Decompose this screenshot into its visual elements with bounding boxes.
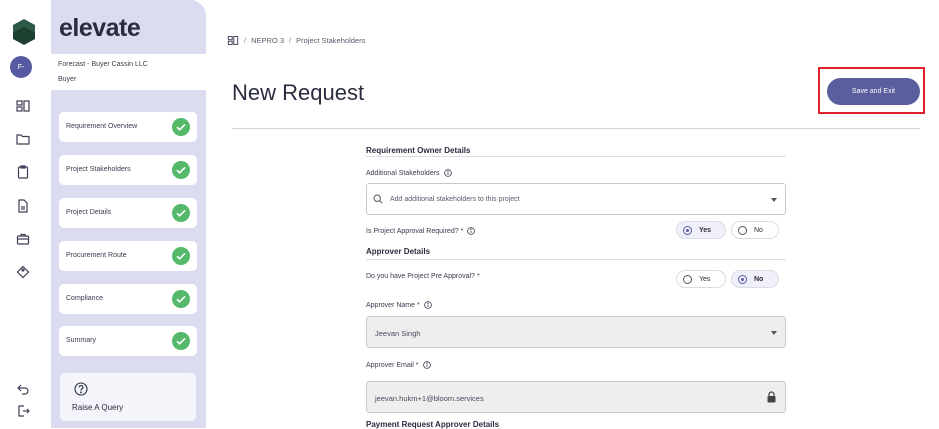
section-divider: [366, 259, 786, 260]
field-label-text: Approver Email *: [366, 361, 419, 369]
search-icon: [373, 194, 383, 204]
step-label: Summary: [66, 337, 96, 344]
step-label: Procurement Route: [66, 252, 127, 259]
step-procurement-route[interactable]: Procurement Route: [59, 241, 197, 271]
icon-rail: F-: [0, 0, 51, 428]
clipboard-icon[interactable]: [16, 165, 30, 179]
approval-required-label: Is Project Approval Required? *: [366, 227, 476, 235]
pre-approval-yes-radio[interactable]: Yes: [676, 270, 726, 288]
radio-label: Yes: [699, 226, 712, 234]
approval-required-no-radio[interactable]: No: [731, 221, 779, 239]
step-project-details[interactable]: Project Details: [59, 198, 197, 228]
pre-approval-no-radio[interactable]: No: [731, 270, 779, 288]
lock-icon: [767, 391, 776, 403]
check-icon: [172, 332, 190, 350]
company-role: Buyer: [58, 76, 77, 83]
info-icon[interactable]: [443, 169, 452, 177]
radio-label: No: [754, 275, 764, 283]
step-label: Project Stakeholders: [66, 166, 131, 173]
stakeholders-select[interactable]: Add additional stakeholders to this proj…: [366, 183, 786, 215]
radio-label: Yes: [699, 275, 711, 283]
brand-header: elevate: [51, 0, 206, 54]
step-requirement-overview[interactable]: Requirement Overview: [59, 112, 197, 142]
field-label-text: Additional Stakeholders: [366, 169, 440, 177]
check-icon: [172, 204, 190, 222]
brand-name: elevate: [59, 14, 141, 42]
step-compliance[interactable]: Compliance: [59, 284, 197, 314]
info-icon[interactable]: [423, 301, 432, 309]
step-label: Project Details: [66, 209, 112, 216]
check-icon: [172, 247, 190, 265]
chevron-down-icon: [771, 198, 777, 202]
back-arrow-icon[interactable]: [16, 382, 30, 396]
breadcrumb: / NEPRO 3 / Project Stakeholders: [227, 34, 365, 46]
field-label-text: Do you have Project Pre Approval? *: [366, 273, 480, 280]
avatar[interactable]: F-: [10, 56, 32, 78]
stakeholders-placeholder: Add additional stakeholders to this proj…: [390, 196, 520, 203]
approver-email-value: jeevan.hukm+1@bloom.services: [375, 394, 484, 403]
approver-name-value: Jeevan Singh: [375, 329, 421, 338]
section-title-requirement-owner: Requirement Owner Details: [366, 146, 471, 155]
document-icon[interactable]: [16, 199, 30, 213]
check-icon: [172, 290, 190, 308]
approver-name-label: Approver Name *: [366, 301, 432, 309]
folder-icon[interactable]: [16, 132, 30, 146]
raise-query-button[interactable]: Raise A Query: [60, 373, 196, 421]
approver-name-select[interactable]: Jeevan Singh: [366, 316, 786, 348]
page-title: New Request: [232, 80, 365, 105]
avatar-initials: F-: [17, 63, 25, 71]
radio-label: No: [754, 226, 763, 234]
help-icon: [74, 382, 88, 396]
save-and-exit-button[interactable]: Save and Exit: [827, 78, 920, 105]
radio-dot-icon: [738, 225, 747, 235]
sidebar: elevate Forecast - Buyer Cassin LLC Buye…: [51, 0, 206, 428]
breadcrumb-item-current: Project Stakeholders: [296, 35, 366, 45]
check-icon: [172, 161, 190, 179]
tag-icon[interactable]: [16, 265, 30, 279]
logout-icon[interactable]: [16, 404, 30, 418]
breadcrumb-separator: /: [289, 35, 292, 45]
step-summary[interactable]: Summary: [59, 326, 197, 356]
company-info: Forecast - Buyer Cassin LLC Buyer: [51, 54, 206, 90]
step-label: Compliance: [66, 295, 103, 302]
info-icon[interactable]: [467, 227, 476, 235]
approver-email-label: Approver Email *: [366, 361, 431, 369]
approval-required-yes-radio[interactable]: Yes: [676, 221, 726, 239]
raise-query-label: Raise A Query: [72, 403, 124, 412]
section-divider: [366, 156, 786, 157]
step-project-stakeholders[interactable]: Project Stakeholders: [59, 155, 197, 185]
dashboard-icon[interactable]: [227, 35, 239, 46]
additional-stakeholders-label: Additional Stakeholders: [366, 169, 452, 177]
info-icon[interactable]: [422, 361, 431, 369]
step-label: Requirement Overview: [66, 123, 138, 130]
approver-email-field: jeevan.hukm+1@bloom.services: [366, 381, 786, 413]
radio-dot-icon: [683, 225, 692, 235]
field-label-text: Is Project Approval Required? *: [366, 227, 464, 235]
dashboard-icon[interactable]: [16, 99, 30, 113]
briefcase-icon[interactable]: [16, 232, 30, 246]
field-label-text: Approver Name *: [366, 301, 420, 309]
radio-dot-icon: [683, 274, 692, 284]
elevate-logo-icon: [13, 19, 35, 45]
section-title-approver: Approver Details: [366, 247, 431, 256]
radio-dot-icon: [738, 274, 747, 284]
breadcrumb-item-project[interactable]: NEPRO 3: [251, 36, 284, 45]
divider: [232, 128, 920, 129]
pre-approval-label: Do you have Project Pre Approval? *: [366, 273, 480, 280]
check-icon: [172, 118, 190, 136]
company-name: Forecast - Buyer Cassin LLC: [58, 61, 148, 68]
chevron-down-icon: [771, 331, 777, 335]
breadcrumb-separator: /: [244, 35, 247, 45]
